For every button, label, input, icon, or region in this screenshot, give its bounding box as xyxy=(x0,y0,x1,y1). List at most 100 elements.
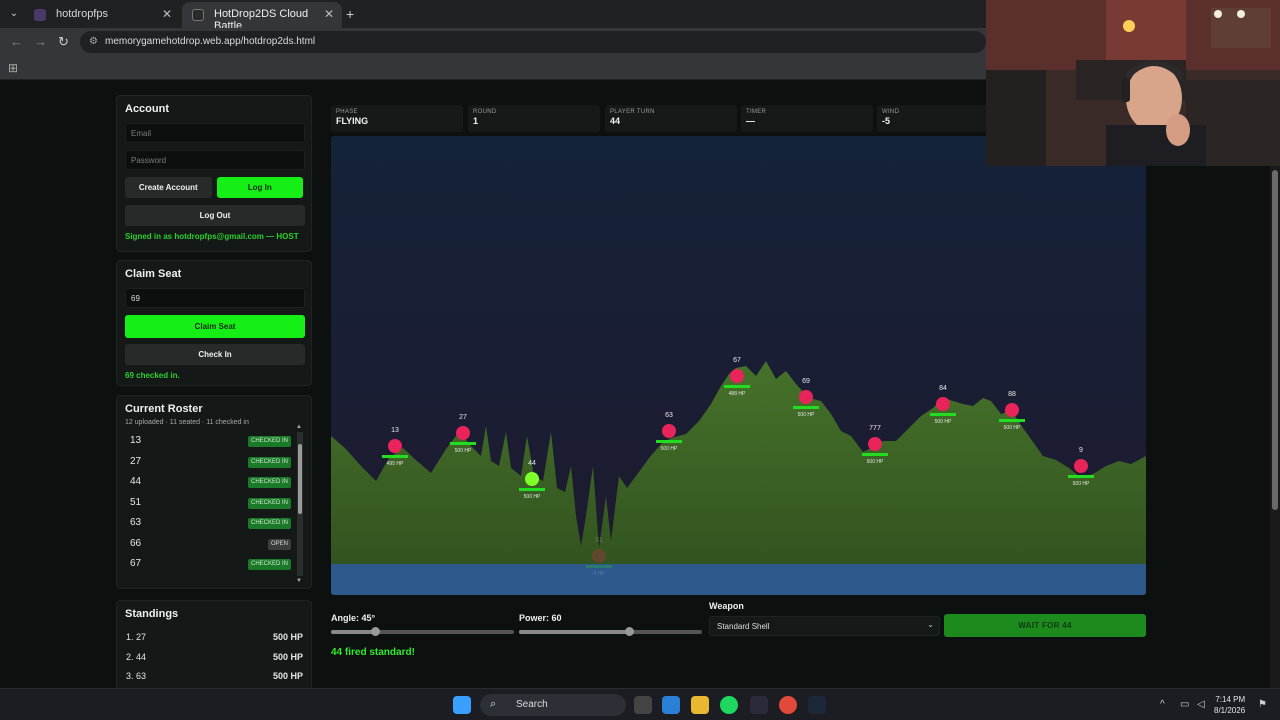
seat-input[interactable]: 69 xyxy=(125,288,305,308)
tank-hp-text: 500 HP xyxy=(1073,481,1090,487)
roster-row[interactable]: 51 CHECKED IN xyxy=(125,493,303,514)
scroll-up-icon[interactable]: ▲ xyxy=(296,424,302,430)
claim-seat-button[interactable]: Claim Seat xyxy=(125,315,305,338)
power-fill xyxy=(519,630,629,634)
stat-player-turn: PLAYER TURN 44 xyxy=(605,105,737,132)
clock-time: 7:14 PM xyxy=(1215,695,1246,704)
status-badge: CHECKED IN xyxy=(247,456,291,468)
close-tab-icon[interactable]: ✕ xyxy=(162,7,172,21)
tank-label: 13 xyxy=(391,427,399,434)
tank-hp-text: 500 HP xyxy=(455,448,472,454)
hud-fx-icon[interactable] xyxy=(750,696,768,714)
tank-hp-text: 500 HP xyxy=(798,412,815,418)
tab-search-icon[interactable]: ⌄ xyxy=(6,6,22,22)
power-slider[interactable] xyxy=(519,627,702,636)
network-icon[interactable]: ▭ xyxy=(1180,699,1189,710)
angle-slider[interactable] xyxy=(331,627,514,636)
site-favicon-icon xyxy=(34,9,46,21)
tank-label: 27 xyxy=(459,414,467,421)
email-field[interactable]: Email xyxy=(125,123,305,143)
roster-scrollbar[interactable]: ▲ ▼ xyxy=(296,424,303,584)
windows-taskbar: ⌕ Search ^ ▭ ◁ 7:14 PM 8/1/2026 ⚑ xyxy=(0,688,1280,720)
tank-body xyxy=(936,397,950,411)
reload-icon[interactable]: ↻ xyxy=(58,34,69,50)
steam-icon[interactable] xyxy=(808,696,826,714)
tank-label: 69 xyxy=(802,378,810,385)
log-in-button[interactable]: Log In xyxy=(216,177,303,198)
account-heading: Account xyxy=(125,103,169,115)
check-in-button[interactable]: Check In xyxy=(125,344,305,365)
stat-key: ROUND xyxy=(473,109,497,115)
tray-overflow-icon[interactable]: ^ xyxy=(1160,699,1165,710)
roster-id: 44 xyxy=(130,476,142,487)
stat-value: — xyxy=(746,116,755,126)
power-knob[interactable] xyxy=(624,627,634,636)
apps-grid-icon[interactable]: ⊞ xyxy=(8,61,18,75)
tank-label: 63 xyxy=(665,412,673,419)
game-canvas[interactable]: 13 495 HP 27 500 HP 44 500 HP 63 500 HP 67 488 HP… xyxy=(331,136,1146,595)
stat-key: TIMER xyxy=(746,109,767,115)
tank-hp-text: 500 HP xyxy=(867,459,884,465)
spotify-icon[interactable] xyxy=(720,696,738,714)
site-info-icon[interactable]: ⚙ xyxy=(89,36,98,47)
standing-rank: 2. 44 xyxy=(126,651,147,662)
notepad-icon[interactable] xyxy=(662,696,680,714)
tank-body xyxy=(799,390,813,404)
tank-hp-text: 500 HP xyxy=(1004,425,1021,431)
tank-hp-text: 500 HP xyxy=(935,419,952,425)
status-badge: CHECKED IN xyxy=(247,559,291,570)
page-scrollbar[interactable] xyxy=(1270,80,1280,688)
tank-label: 84 xyxy=(939,385,947,392)
task-view-icon[interactable] xyxy=(634,696,652,714)
account-panel: Account Email Password Create Account Lo… xyxy=(116,95,312,252)
tank-hp-bar xyxy=(724,385,750,388)
back-icon[interactable]: ← xyxy=(10,34,23,49)
roster-row[interactable]: 67 CHECKED IN xyxy=(125,554,303,575)
tank-label: 9 xyxy=(1079,447,1083,454)
tank-hp-bar xyxy=(382,455,408,458)
standings-panel: Standings 1. 27 500 HP 2. 44 500 HP 3. 63 5… xyxy=(116,600,312,700)
new-tab-icon[interactable]: + xyxy=(346,6,354,22)
forward-icon[interactable]: → xyxy=(34,34,47,49)
weapon-select[interactable]: Standard Shell ⌄ xyxy=(709,616,940,636)
taskbar-clock[interactable]: 7:14 PM 8/1/2026 xyxy=(1214,694,1245,716)
roster-row[interactable]: 44 CHECKED IN xyxy=(125,472,303,493)
chrome-icon[interactable] xyxy=(779,696,797,714)
stat-key: PHASE xyxy=(336,109,358,115)
tab-hotdropfps[interactable]: hotdropfps ✕ xyxy=(24,2,180,28)
status-badge: CHECKED IN xyxy=(247,497,291,509)
site-favicon-icon xyxy=(192,9,204,21)
wait-turn-button[interactable]: WAIT FOR 44 xyxy=(944,614,1146,637)
angle-knob[interactable] xyxy=(370,627,380,636)
taskbar-search[interactable]: ⌕ Search xyxy=(480,694,626,716)
url-input[interactable]: ⚙ memorygamehotdrop.web.app/hotdrop2ds.h… xyxy=(80,31,986,53)
standings-heading: Standings xyxy=(125,608,179,620)
angle-fill xyxy=(331,630,375,634)
roster-row[interactable]: 27 CHECKED IN xyxy=(125,452,303,473)
tab-title: hotdropfps xyxy=(56,8,108,20)
password-field[interactable]: Password xyxy=(125,150,305,170)
volume-icon[interactable]: ◁ xyxy=(1197,699,1205,710)
notification-icon[interactable]: ⚑ xyxy=(1258,699,1267,710)
stat-key: PLAYER TURN xyxy=(610,109,655,115)
battlefield[interactable]: 13 495 HP 27 500 HP 44 500 HP 63 500 HP 67 488 HP… xyxy=(331,136,1146,595)
check-in-status: 69 checked in. xyxy=(125,371,180,380)
roster-id: 51 xyxy=(130,496,142,508)
create-account-button[interactable]: Create Account xyxy=(125,177,212,198)
roster-row[interactable]: 63 CHECKED IN xyxy=(125,513,303,534)
file-explorer-icon[interactable] xyxy=(691,696,709,714)
scroll-down-icon[interactable]: ▼ xyxy=(296,578,302,584)
status-badge: CHECKED IN xyxy=(247,518,291,529)
log-out-button[interactable]: Log Out xyxy=(125,205,305,226)
tank-hp-bar xyxy=(586,565,612,568)
signed-in-status: Signed in as hotdropfps@gmail.com — HOST xyxy=(125,232,299,241)
roster-row[interactable]: 13 CHECKED IN xyxy=(125,431,303,452)
tab-hotdrop2ds[interactable]: HotDrop2DS Cloud Battle ✕ xyxy=(182,2,342,32)
tank-body xyxy=(662,424,676,438)
close-tab-icon[interactable]: ✕ xyxy=(324,7,334,21)
search-icon: ⌕ xyxy=(490,698,497,710)
windows-start-icon[interactable] xyxy=(453,696,471,714)
chevron-down-icon: ⌄ xyxy=(927,620,934,629)
tank-label: 67 xyxy=(733,357,741,364)
roster-row[interactable]: 66 OPEN xyxy=(125,534,303,555)
